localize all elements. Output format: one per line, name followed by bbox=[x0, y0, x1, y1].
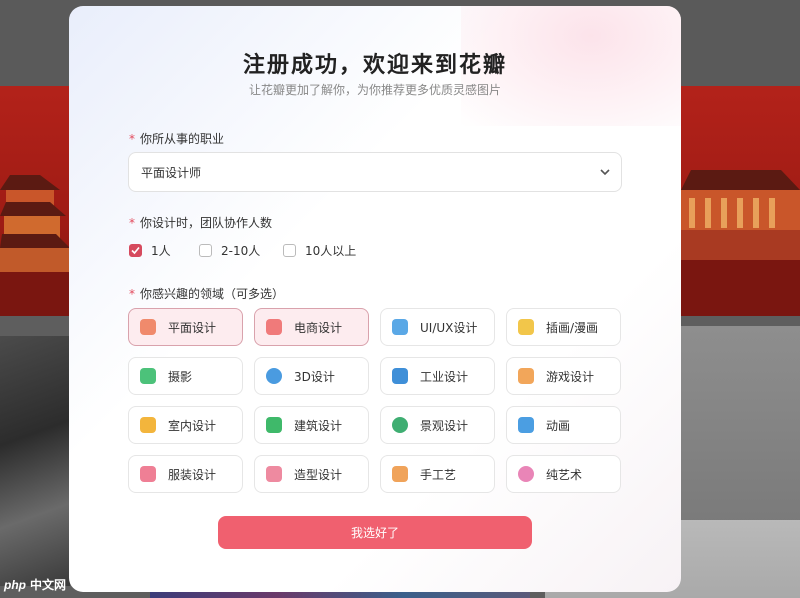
checkbox-icon[interactable] bbox=[283, 244, 296, 257]
temple-illustration-left bbox=[0, 175, 70, 316]
shop-icon bbox=[266, 319, 282, 335]
interest-tile-label: 纯艺术 bbox=[546, 467, 583, 482]
palette-icon bbox=[518, 466, 534, 482]
interest-tile-label: 电商设计 bbox=[294, 320, 343, 335]
team-size-options: 1人 2-10人 10人以上 bbox=[129, 242, 356, 259]
team-size-option-label: 2-10人 bbox=[221, 244, 261, 258]
interest-tile-label: 摄影 bbox=[168, 369, 193, 384]
modal-title: 注册成功，欢迎来到花瓣 bbox=[242, 53, 507, 78]
interest-tile-architecture[interactable]: 建筑设计 bbox=[254, 406, 369, 444]
background-photo-left bbox=[0, 336, 70, 586]
interest-tile-3d-design[interactable]: 3D设计 bbox=[254, 357, 369, 395]
interest-tile-industrial-design[interactable]: 工业设计 bbox=[380, 357, 495, 395]
submit-button[interactable]: 我选好了 bbox=[218, 516, 532, 549]
watermark-text: 中文网 bbox=[30, 578, 67, 592]
interest-tile-game-design[interactable]: 游戏设计 bbox=[506, 357, 621, 395]
interest-tile-label: UI/UX设计 bbox=[420, 320, 478, 335]
team-size-option-2-10[interactable]: 2-10人 bbox=[199, 242, 283, 259]
interest-tile-label: 工业设计 bbox=[420, 369, 469, 384]
cube-icon bbox=[392, 319, 408, 335]
chevron-down-icon bbox=[600, 169, 610, 176]
bulb-icon bbox=[518, 319, 534, 335]
required-mark: * bbox=[129, 216, 135, 230]
interest-tile-label: 造型设计 bbox=[294, 467, 343, 482]
interest-tile-ecommerce-design[interactable]: 电商设计 bbox=[254, 308, 369, 346]
interest-tile-label: 服装设计 bbox=[168, 467, 217, 482]
checkbox-checked-icon[interactable] bbox=[129, 244, 142, 257]
required-mark: * bbox=[129, 132, 135, 146]
required-mark: * bbox=[129, 287, 135, 301]
interest-tile-label: 游戏设计 bbox=[546, 369, 595, 384]
watermark-logo: php bbox=[4, 577, 26, 592]
team-size-option-label: 1人 bbox=[151, 244, 171, 258]
gear-icon bbox=[392, 368, 408, 384]
interest-tile-label: 手工艺 bbox=[420, 467, 457, 482]
team-size-option-10-plus[interactable]: 10人以上 bbox=[283, 242, 356, 259]
interest-grid: 平面设计 电商设计 UI/UX设计 插画/漫画 摄影 3D设计 工业设计 游戏设… bbox=[128, 308, 622, 493]
camera-icon bbox=[140, 368, 156, 384]
occupation-select[interactable]: 平面设计师 bbox=[128, 152, 622, 192]
interest-tile-label: 动画 bbox=[546, 418, 571, 433]
interest-tile-styling-design[interactable]: 造型设计 bbox=[254, 455, 369, 493]
sphere-icon bbox=[266, 368, 282, 384]
tree-icon bbox=[392, 417, 408, 433]
interest-tile-graphic-design[interactable]: 平面设计 bbox=[128, 308, 243, 346]
occupation-select-value: 平面设计师 bbox=[141, 165, 202, 180]
team-size-option-label: 10人以上 bbox=[305, 244, 357, 258]
interest-tile-landscape-design[interactable]: 景观设计 bbox=[380, 406, 495, 444]
interest-tile-fashion-design[interactable]: 服装设计 bbox=[128, 455, 243, 493]
interest-tile-label: 3D设计 bbox=[294, 369, 335, 384]
interests-label-text: 你感兴趣的领域（可多选） bbox=[140, 287, 285, 301]
interest-tile-label: 平面设计 bbox=[168, 320, 217, 335]
building-icon bbox=[266, 417, 282, 433]
interest-tile-interior-design[interactable]: 室内设计 bbox=[128, 406, 243, 444]
figure-icon bbox=[266, 466, 282, 482]
onboarding-modal: 注册成功，欢迎来到花瓣 让花瓣更加了解你，为你推荐更多优质灵感图片 * 你所从事的… bbox=[69, 6, 681, 592]
checkbox-icon[interactable] bbox=[199, 244, 212, 257]
gamepad-icon bbox=[518, 368, 534, 384]
interest-tile-label: 景观设计 bbox=[420, 418, 469, 433]
interest-tile-fine-art[interactable]: 纯艺术 bbox=[506, 455, 621, 493]
occupation-label-text: 你所从事的职业 bbox=[140, 132, 225, 146]
interests-label: * 你感兴趣的领域（可多选） bbox=[129, 285, 284, 302]
interest-tile-label: 插画/漫画 bbox=[546, 320, 599, 335]
interest-tile-handicraft[interactable]: 手工艺 bbox=[380, 455, 495, 493]
interest-tile-label: 建筑设计 bbox=[294, 418, 343, 433]
watermark: php 中文网 bbox=[4, 576, 66, 593]
team-size-label-text: 你设计时，团队协作人数 bbox=[140, 216, 273, 230]
interest-tile-label: 室内设计 bbox=[168, 418, 217, 433]
team-size-label: * 你设计时，团队协作人数 bbox=[129, 214, 272, 231]
interest-tile-photography[interactable]: 摄影 bbox=[128, 357, 243, 395]
shirt-icon bbox=[140, 466, 156, 482]
interest-tile-animation[interactable]: 动画 bbox=[506, 406, 621, 444]
interest-tile-ui-ux-design[interactable]: UI/UX设计 bbox=[380, 308, 495, 346]
background-photo-right bbox=[681, 326, 800, 526]
modal-subtitle: 让花瓣更加了解你，为你推荐更多优质灵感图片 bbox=[248, 83, 501, 97]
sofa-icon bbox=[140, 417, 156, 433]
pen-icon bbox=[140, 319, 156, 335]
occupation-label: * 你所从事的职业 bbox=[129, 130, 224, 147]
temple-illustration-right bbox=[681, 170, 800, 316]
film-icon bbox=[518, 417, 534, 433]
interest-tile-illustration[interactable]: 插画/漫画 bbox=[506, 308, 621, 346]
vase-icon bbox=[392, 466, 408, 482]
team-size-option-1[interactable]: 1人 bbox=[129, 242, 199, 259]
